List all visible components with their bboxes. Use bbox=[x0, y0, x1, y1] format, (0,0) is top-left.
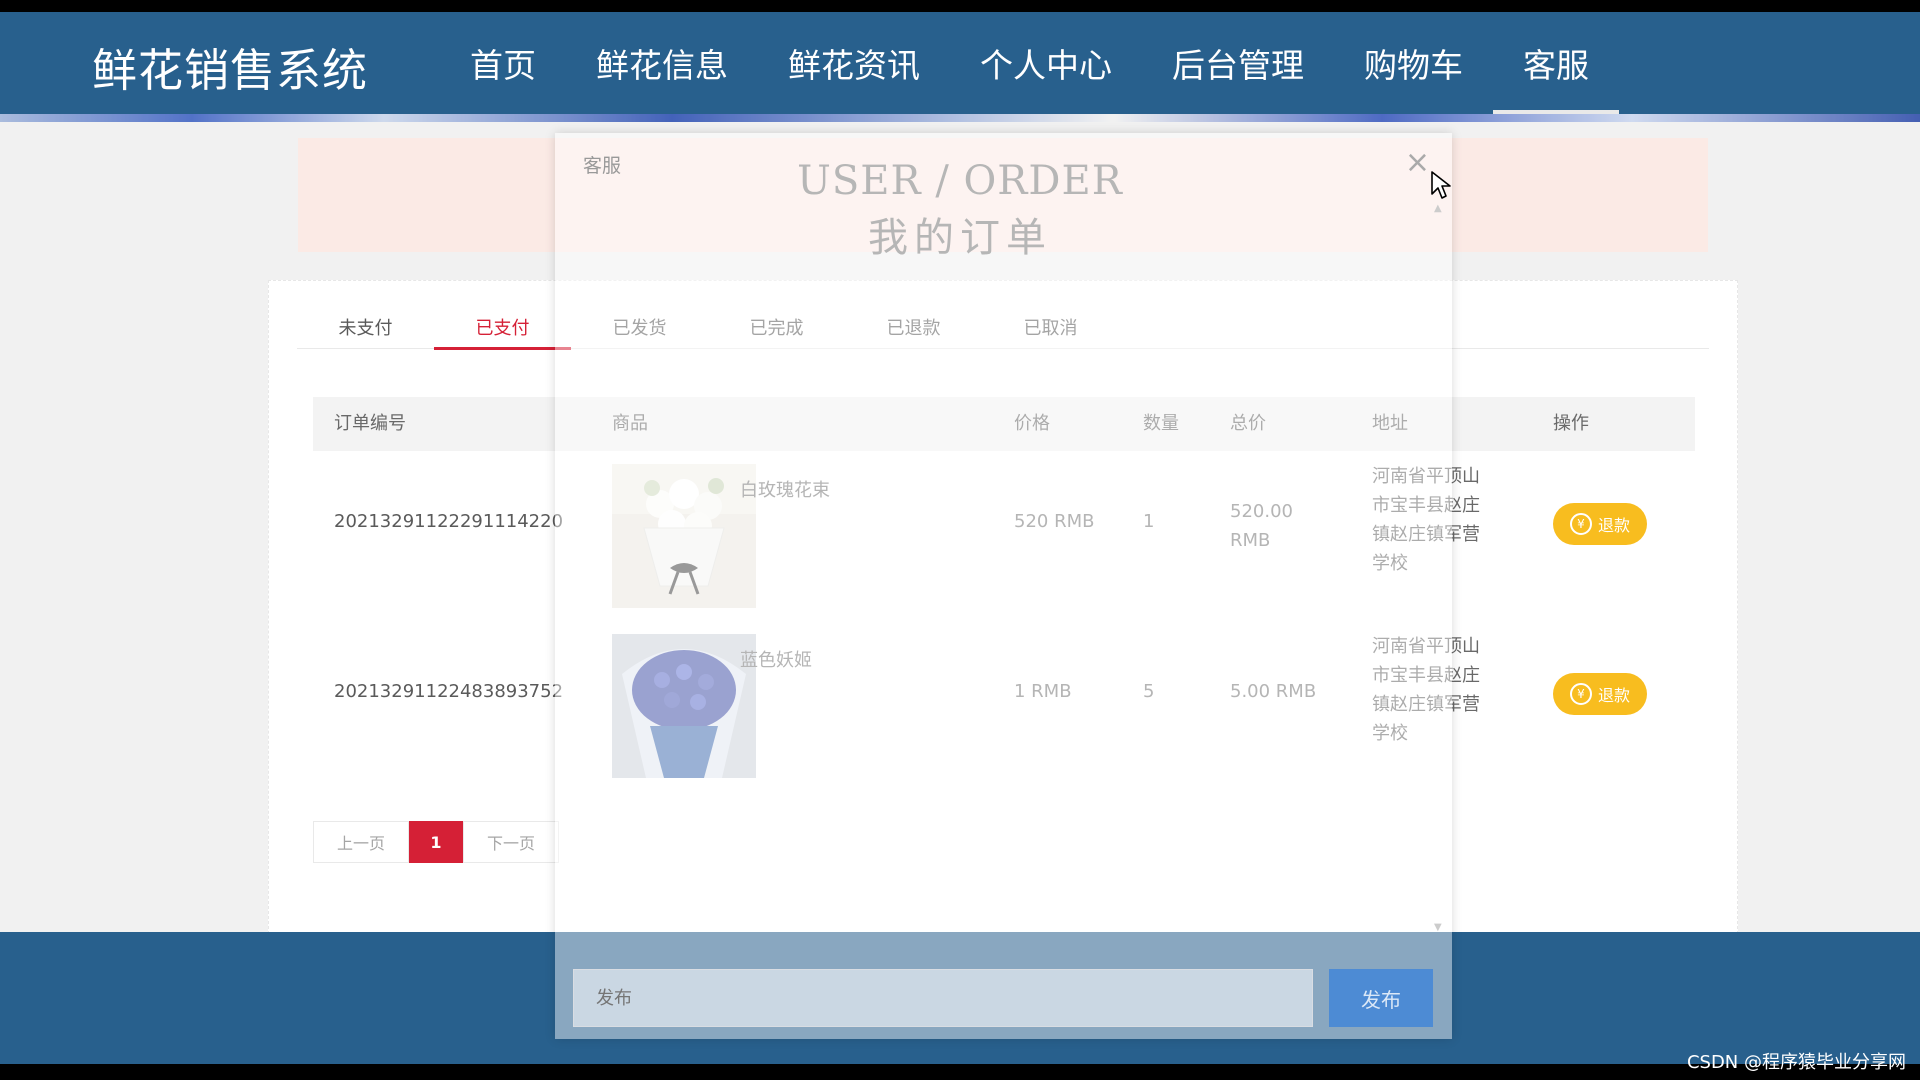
chat-scrollbar[interactable]: ▲ ▼ bbox=[1434, 203, 1444, 933]
watermark: CSDN @程序猿毕业分享网 bbox=[1686, 1052, 1906, 1073]
scroll-down-icon[interactable]: ▼ bbox=[1434, 922, 1442, 933]
dialog-title: 客服 bbox=[583, 155, 622, 177]
mouse-cursor-icon bbox=[1431, 171, 1451, 199]
chat-messages-area[interactable] bbox=[555, 193, 1435, 943]
customer-service-dialog: 客服 × ▲ ▼ 发布 bbox=[555, 133, 1452, 1039]
chat-message-input[interactable] bbox=[573, 969, 1313, 1027]
app-frame: 鲜花销售系统 首页 鲜花信息 鲜花资讯 个人中心 后台管理 购物车 客服 未支付… bbox=[0, 12, 1920, 1064]
scroll-up-icon[interactable]: ▲ bbox=[1434, 203, 1442, 214]
send-button[interactable]: 发布 bbox=[1329, 969, 1433, 1027]
close-icon[interactable]: × bbox=[1405, 145, 1430, 180]
